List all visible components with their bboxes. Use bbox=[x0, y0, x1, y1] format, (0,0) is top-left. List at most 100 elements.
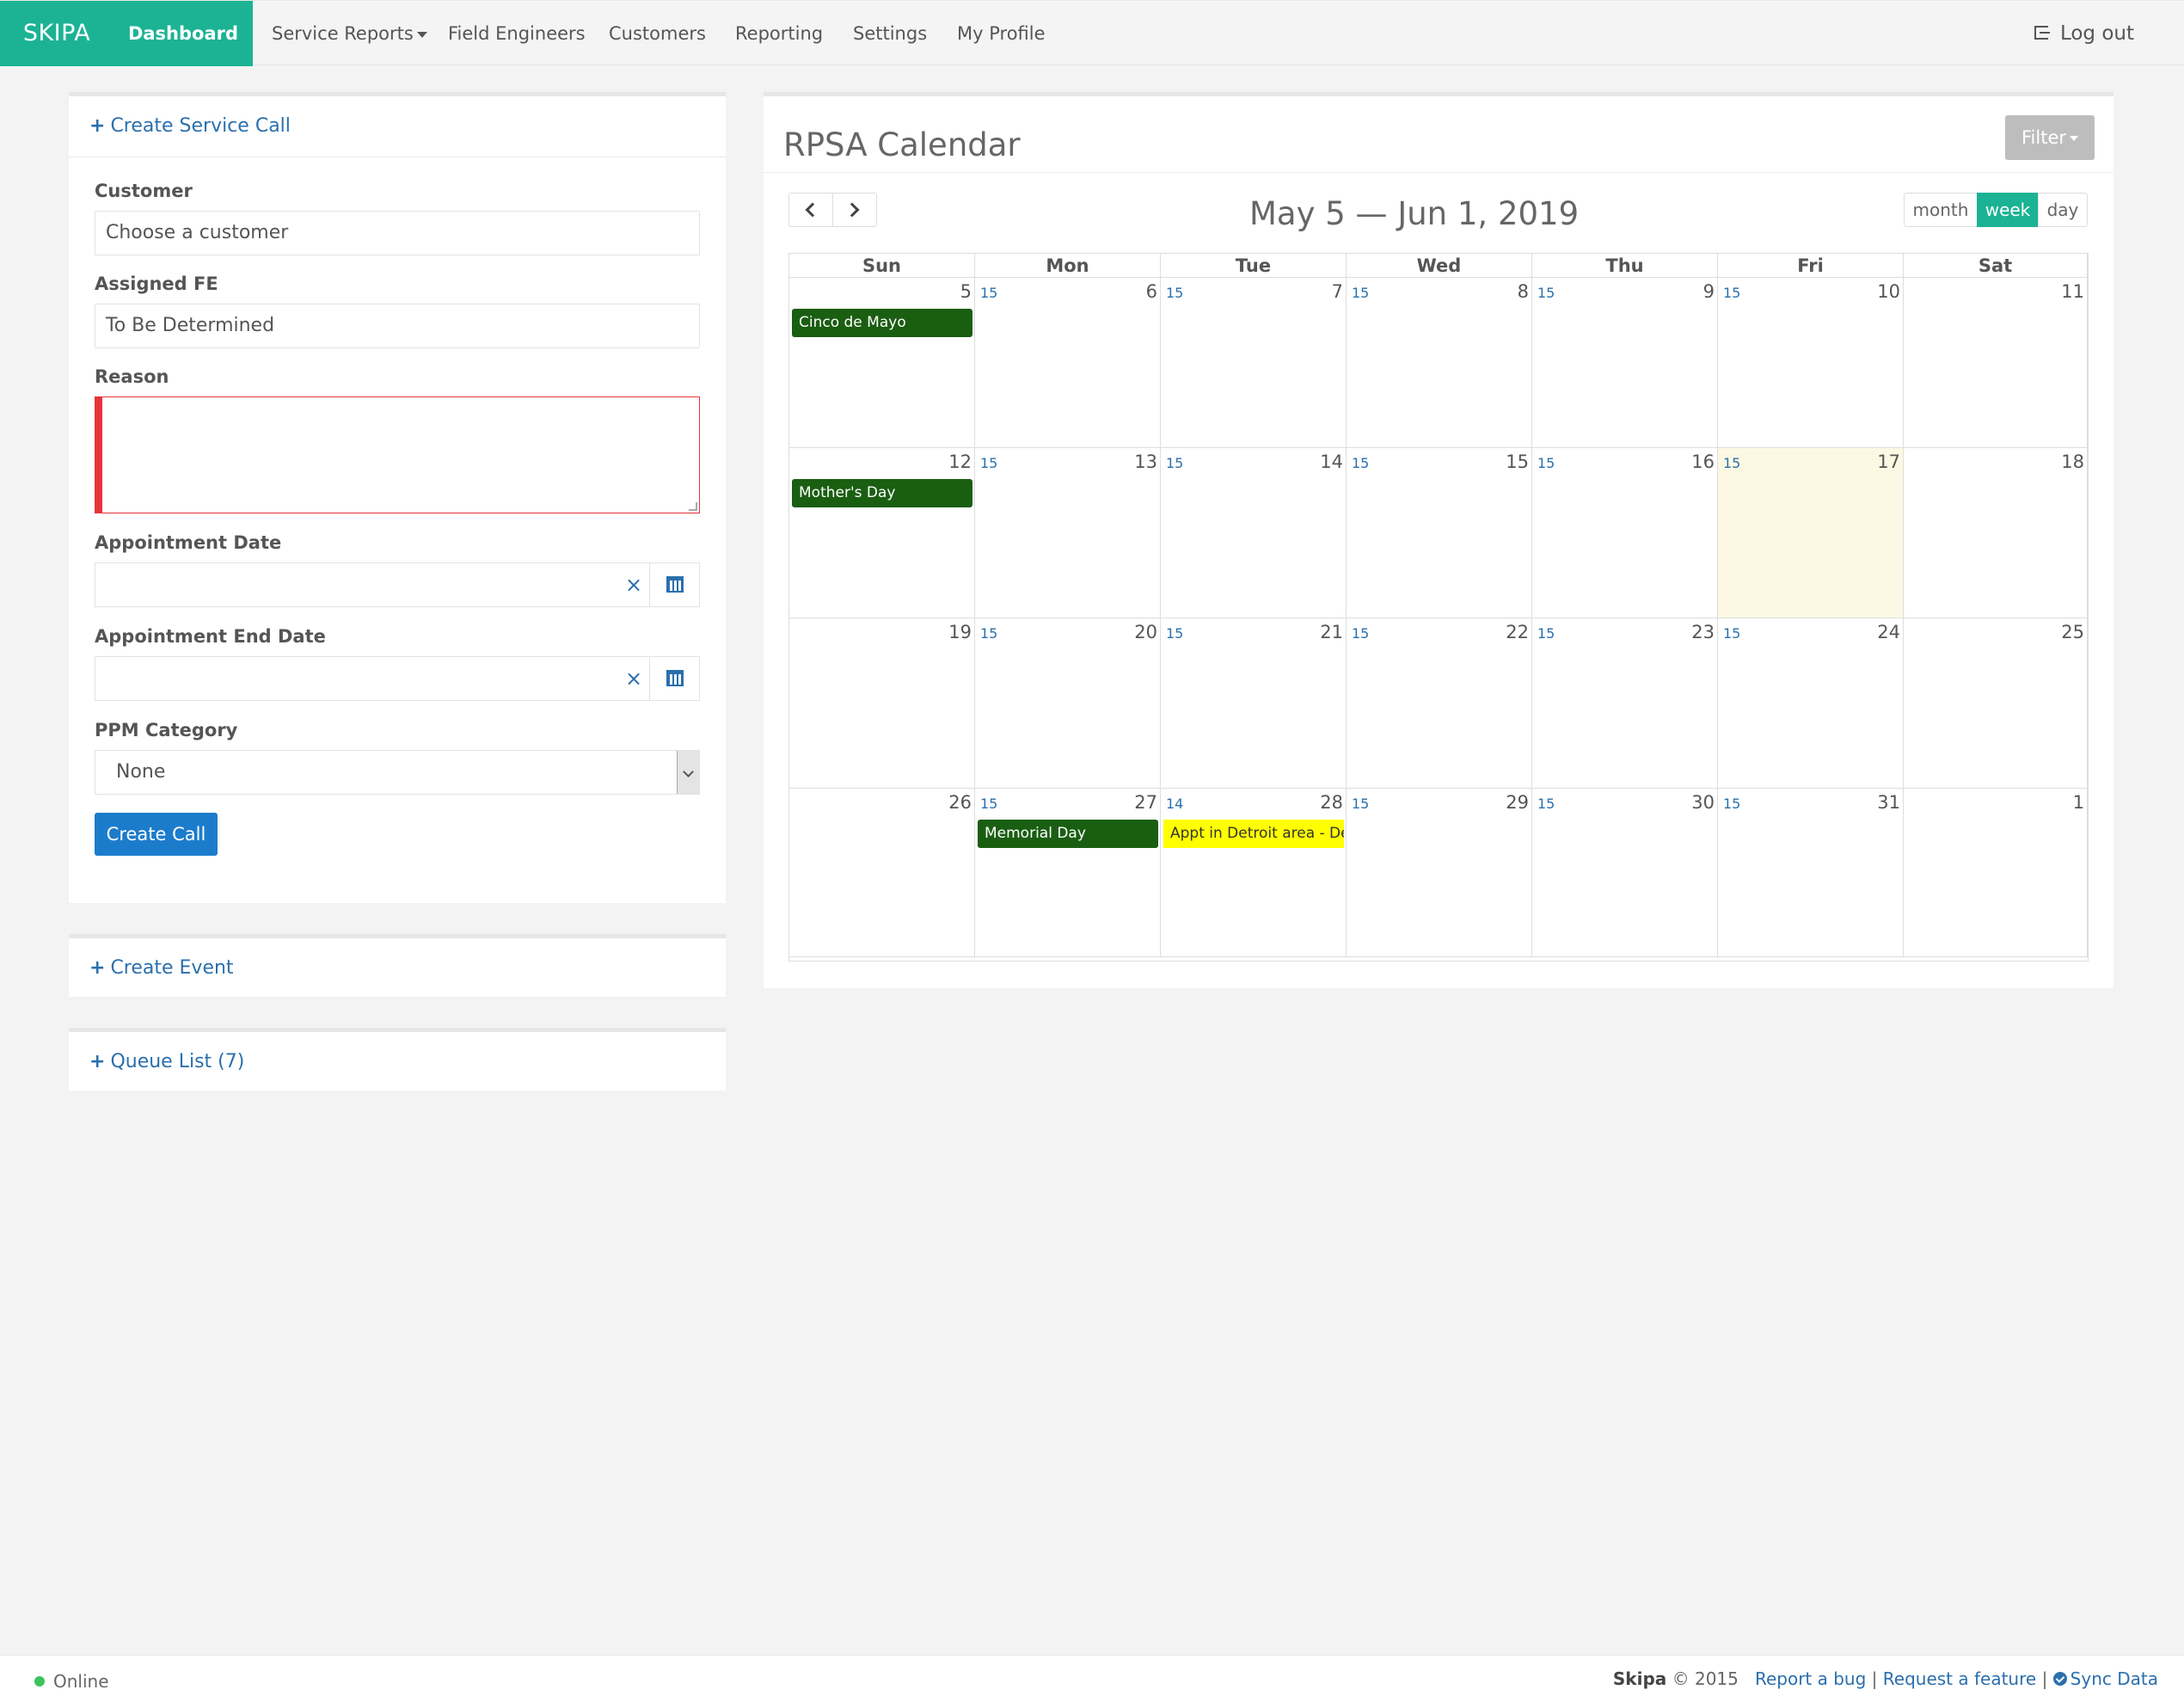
day-number[interactable]: 26 bbox=[948, 792, 972, 813]
calendar-day-cell[interactable]: 12 bbox=[789, 448, 975, 618]
day-number[interactable]: 9 bbox=[1703, 281, 1715, 302]
day-number[interactable]: 29 bbox=[1506, 792, 1529, 813]
sync-data-link[interactable]: Sync Data bbox=[2052, 1668, 2158, 1689]
day-number[interactable]: 16 bbox=[1691, 452, 1715, 472]
calendar-event[interactable]: Appt in Detroit area - Dev bbox=[1163, 820, 1344, 848]
calendar-day-cell[interactable]: 15 bbox=[1347, 448, 1532, 618]
calendar-day-cell[interactable]: 9 bbox=[1532, 278, 1718, 448]
queue-list-header[interactable]: + Queue List (7) bbox=[69, 1032, 726, 1092]
appointment-date-input[interactable]: × bbox=[95, 562, 700, 607]
nav-reporting[interactable]: Reporting bbox=[735, 1, 823, 66]
assigned-fe-select[interactable]: To Be Determined bbox=[95, 304, 700, 348]
day-count-link[interactable]: 15 bbox=[1723, 285, 1740, 301]
day-number[interactable]: 18 bbox=[2061, 452, 2084, 472]
calendar-day-cell[interactable]: 16 bbox=[1532, 448, 1718, 618]
calendar-event[interactable]: Mother's Day bbox=[792, 479, 972, 507]
request-feature-link[interactable]: Request a feature bbox=[1883, 1668, 2036, 1689]
nav-customers[interactable]: Customers bbox=[609, 1, 706, 66]
nav-dashboard[interactable]: Dashboard bbox=[113, 1, 253, 66]
calendar-day-cell[interactable]: 10 bbox=[1718, 278, 1904, 448]
calendar-day-cell[interactable]: 17 bbox=[1718, 448, 1904, 618]
day-count-link[interactable]: 15 bbox=[1537, 625, 1555, 642]
calendar-event[interactable]: Cinco de Mayo bbox=[792, 309, 972, 337]
prev-button[interactable] bbox=[788, 193, 833, 227]
day-count-link[interactable]: 15 bbox=[1537, 455, 1555, 471]
day-count-link[interactable]: 15 bbox=[1352, 796, 1369, 812]
calendar-day-cell[interactable]: 13 bbox=[975, 448, 1161, 618]
day-number[interactable]: 28 bbox=[1320, 792, 1343, 813]
day-count-link[interactable]: 15 bbox=[980, 455, 997, 471]
day-count-link[interactable]: 15 bbox=[1166, 625, 1183, 642]
calendar-day-cell[interactable]: 26 bbox=[789, 789, 975, 957]
day-number[interactable]: 1 bbox=[2073, 792, 2084, 813]
day-number[interactable]: 15 bbox=[1506, 452, 1529, 472]
day-count-link[interactable]: 15 bbox=[1352, 285, 1369, 301]
day-number[interactable]: 17 bbox=[1877, 452, 1900, 472]
service-call-header[interactable]: + Create Service Call bbox=[69, 96, 726, 157]
day-number[interactable]: 7 bbox=[1332, 281, 1343, 302]
calendar-day-cell[interactable]: 1 bbox=[1904, 789, 2088, 957]
calendar-event[interactable]: Memorial Day bbox=[978, 820, 1158, 848]
day-count-link[interactable]: 15 bbox=[980, 285, 997, 301]
chevron-down-icon[interactable] bbox=[677, 751, 699, 794]
customer-select[interactable]: Choose a customer bbox=[95, 211, 700, 255]
day-number[interactable]: 11 bbox=[2061, 281, 2084, 302]
day-number[interactable]: 24 bbox=[1877, 622, 1900, 642]
calendar-day-cell[interactable]: 7 bbox=[1161, 278, 1347, 448]
day-number[interactable]: 27 bbox=[1134, 792, 1157, 813]
create-call-button[interactable]: Create Call bbox=[95, 813, 218, 856]
day-number[interactable]: 30 bbox=[1691, 792, 1715, 813]
appointment-end-date-picker-button[interactable] bbox=[649, 657, 699, 700]
day-number[interactable]: 23 bbox=[1691, 622, 1715, 642]
calendar-day-cell[interactable]: 24 bbox=[1718, 618, 1904, 789]
create-event-header[interactable]: + Create Event bbox=[69, 938, 726, 998]
day-number[interactable]: 20 bbox=[1134, 622, 1157, 642]
calendar-day-cell[interactable]: 18 bbox=[1904, 448, 2088, 618]
calendar-day-cell[interactable]: 20 bbox=[975, 618, 1161, 789]
day-count-link[interactable]: 15 bbox=[1352, 625, 1369, 642]
day-count-link[interactable]: 15 bbox=[980, 625, 997, 642]
calendar-day-cell[interactable]: 14 bbox=[1161, 448, 1347, 618]
nav-field-engineers[interactable]: Field Engineers bbox=[448, 1, 586, 66]
ppm-category-select[interactable]: None bbox=[95, 750, 700, 795]
calendar-day-cell[interactable]: 28 bbox=[1161, 789, 1347, 957]
calendar-day-cell[interactable]: 30 bbox=[1532, 789, 1718, 957]
day-count-link[interactable]: 15 bbox=[1723, 625, 1740, 642]
day-count-link[interactable]: 15 bbox=[1723, 796, 1740, 812]
filter-button[interactable]: Filter bbox=[2005, 115, 2095, 160]
day-number[interactable]: 14 bbox=[1320, 452, 1343, 472]
appointment-end-date-input[interactable]: × bbox=[95, 656, 700, 701]
day-count-link[interactable]: 15 bbox=[1537, 285, 1555, 301]
calendar-day-cell[interactable]: 27 bbox=[975, 789, 1161, 957]
day-count-link[interactable]: 15 bbox=[1352, 455, 1369, 471]
next-button[interactable] bbox=[832, 193, 877, 227]
logout-link[interactable]: Log out bbox=[2034, 1, 2134, 66]
appointment-date-picker-button[interactable] bbox=[649, 563, 699, 606]
calendar-day-cell[interactable]: 29 bbox=[1347, 789, 1532, 957]
nav-my-profile[interactable]: My Profile bbox=[957, 1, 1046, 66]
day-number[interactable]: 25 bbox=[2061, 622, 2084, 642]
day-number[interactable]: 19 bbox=[948, 622, 972, 642]
view-month-button[interactable]: month bbox=[1904, 193, 1978, 227]
day-number[interactable]: 21 bbox=[1320, 622, 1343, 642]
calendar-day-cell[interactable]: 19 bbox=[789, 618, 975, 789]
day-count-link[interactable]: 15 bbox=[1166, 285, 1183, 301]
calendar-day-cell[interactable]: 22 bbox=[1347, 618, 1532, 789]
view-week-button[interactable]: week bbox=[1977, 193, 2039, 227]
day-count-link[interactable]: 15 bbox=[980, 796, 997, 812]
nav-settings[interactable]: Settings bbox=[853, 1, 927, 66]
day-number[interactable]: 10 bbox=[1877, 281, 1900, 302]
brand-logo[interactable]: SKIPA bbox=[0, 1, 113, 66]
day-number[interactable]: 22 bbox=[1506, 622, 1529, 642]
reason-textarea[interactable] bbox=[95, 396, 700, 513]
calendar-day-cell[interactable]: 25 bbox=[1904, 618, 2088, 789]
day-count-link[interactable]: 14 bbox=[1166, 796, 1183, 812]
clear-end-date-icon[interactable]: × bbox=[622, 657, 646, 700]
day-number[interactable]: 5 bbox=[960, 281, 972, 302]
day-number[interactable]: 12 bbox=[948, 452, 972, 472]
calendar-day-cell[interactable]: 31 bbox=[1718, 789, 1904, 957]
calendar-day-cell[interactable]: 11 bbox=[1904, 278, 2088, 448]
day-number[interactable]: 31 bbox=[1877, 792, 1900, 813]
nav-service-reports[interactable]: Service Reports bbox=[272, 1, 427, 66]
day-count-link[interactable]: 15 bbox=[1723, 455, 1740, 471]
